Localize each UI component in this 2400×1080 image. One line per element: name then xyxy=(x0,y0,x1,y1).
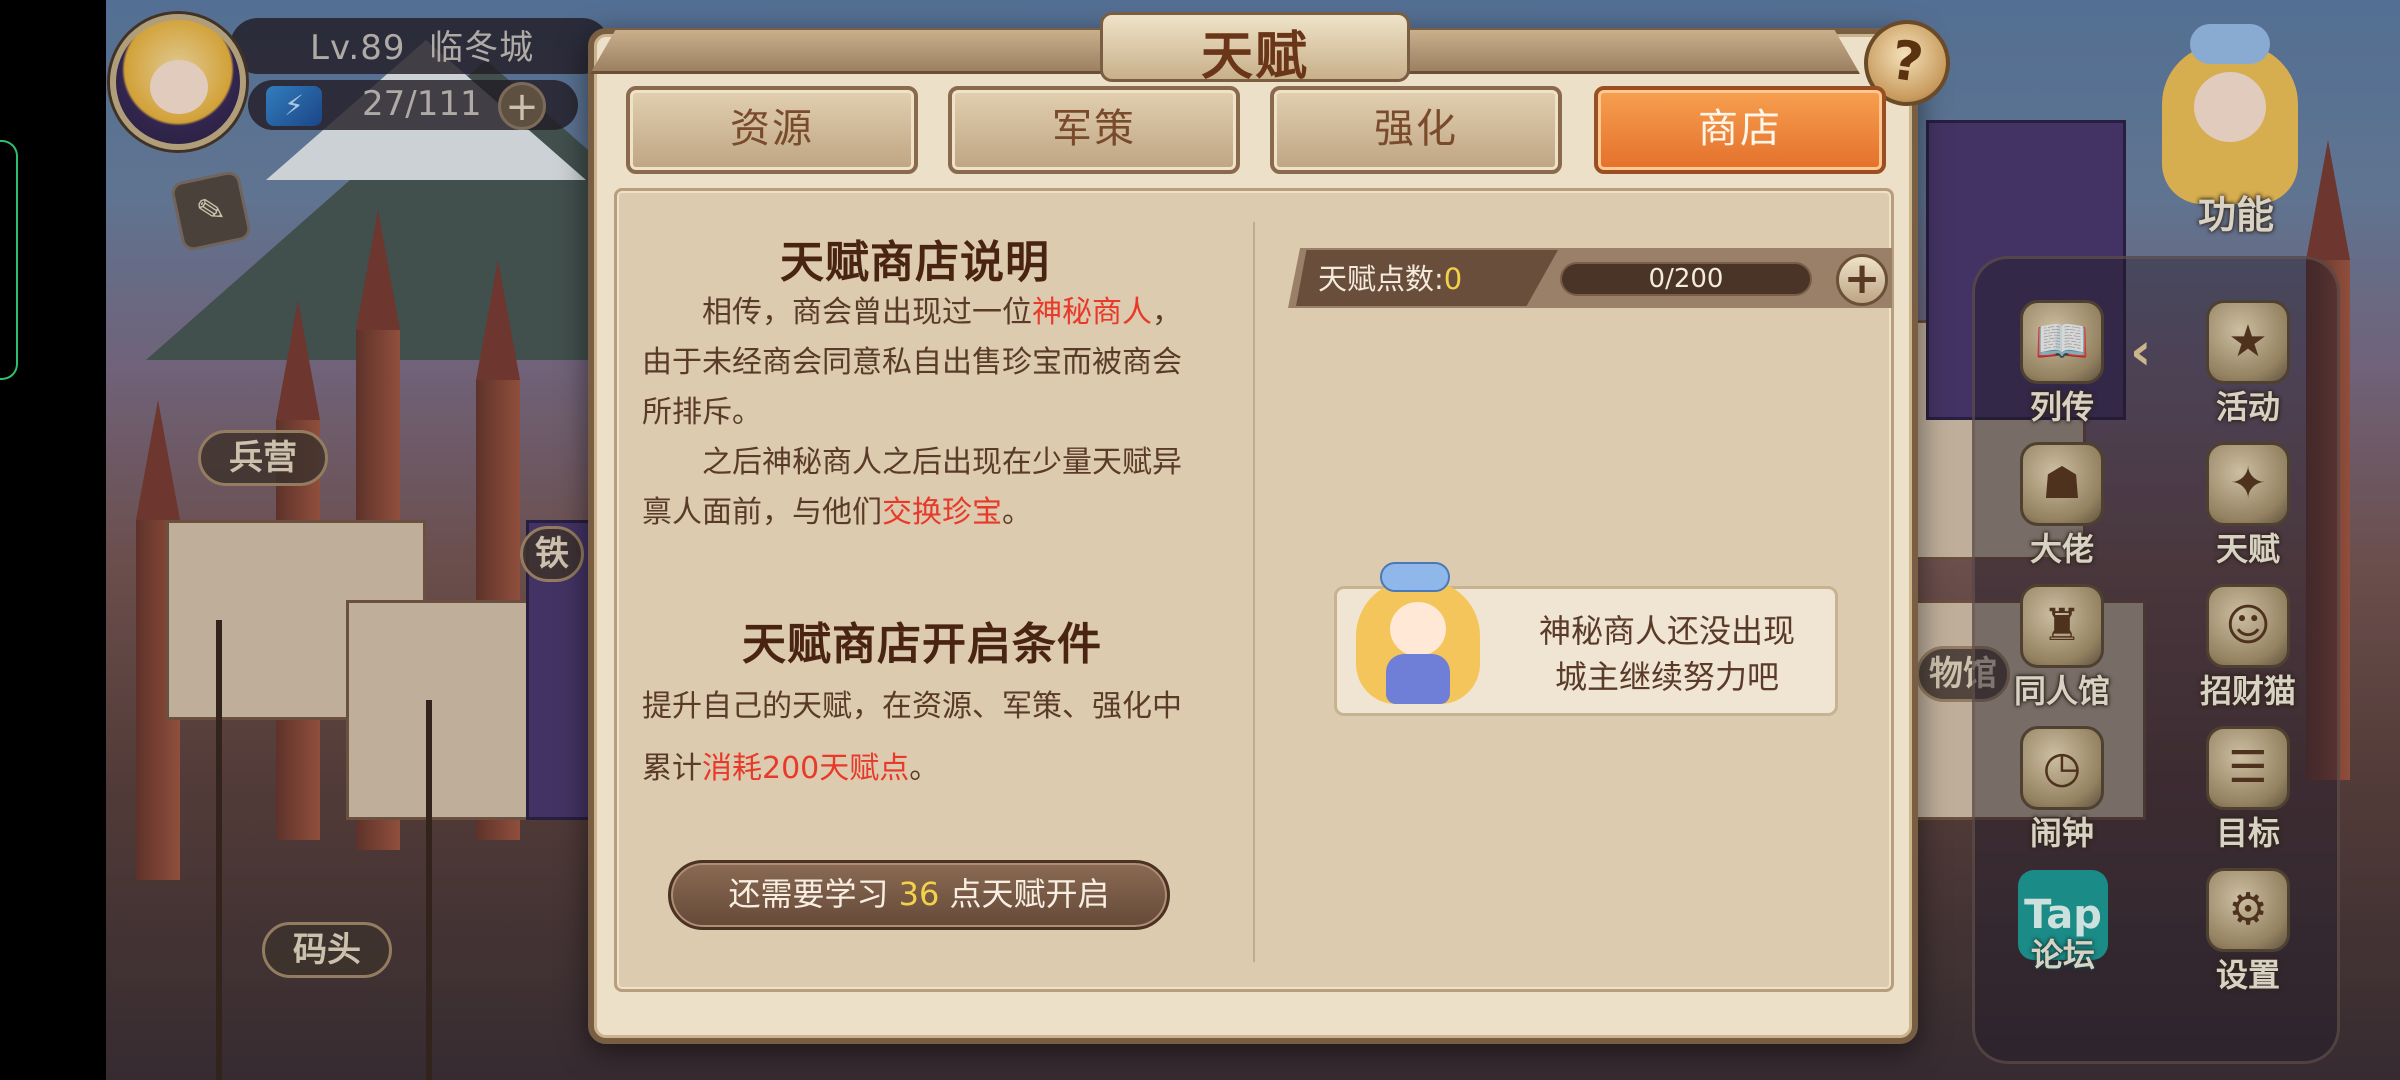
panel-divider xyxy=(1253,222,1255,962)
modal-title: 天赋 xyxy=(1200,27,1309,87)
tab-strategy[interactable]: 军策 xyxy=(948,86,1240,174)
tab-resources[interactable]: 资源 xyxy=(626,86,918,174)
shop-intro-text: 相传，商会曾出现过一位神秘商人， 由于未经商会同意私自出售珍宝而被商会 所排斥。… xyxy=(642,288,1212,538)
talent-points-label: 天赋点数:0 xyxy=(1318,256,1462,298)
condition-text: 提升自己的天赋，在资源、军策、强化中 xyxy=(642,689,1182,724)
shop-intro-title: 天赋商店说明 xyxy=(780,237,1050,288)
exchange-treasure-highlight: 交换珍宝 xyxy=(882,495,1002,530)
tab-shop[interactable]: 商店 xyxy=(1594,86,1886,174)
intro-text: 禀人面前，与他们 xyxy=(642,495,882,530)
consume-points-highlight: 消耗200天赋点 xyxy=(702,751,910,786)
condition-text: 。 xyxy=(909,751,940,786)
talent-points-value: 0 xyxy=(1443,262,1463,296)
add-talent-points-button[interactable]: + xyxy=(1836,254,1888,306)
unlock-text: 还需要学习 xyxy=(728,875,899,913)
open-condition-title: 天赋商店开启条件 xyxy=(742,619,1102,670)
unlock-text: 点天赋开启 xyxy=(939,875,1110,913)
merchant-status-line2: 城主继续努力吧 xyxy=(1554,658,1779,696)
open-condition-text: 提升自己的天赋，在资源、军策、强化中 累计消耗200天赋点。 xyxy=(642,676,1222,800)
merchant-status-line1: 神秘商人还没出现 xyxy=(1538,612,1795,650)
edge-swipe-indicator xyxy=(0,140,18,380)
intro-text: ， xyxy=(1152,295,1182,330)
intro-text: 之后神秘商人之后出现在少量天赋异 xyxy=(702,445,1182,480)
talent-progress-text: 0/200 xyxy=(1648,264,1724,294)
intro-text: 所排斥。 xyxy=(642,395,762,430)
mysterious-merchant-highlight: 神秘商人 xyxy=(1032,295,1152,330)
intro-text: 相传，商会曾出现过一位 xyxy=(702,295,1032,330)
talent-points-caption: 天赋点数: xyxy=(1318,262,1444,296)
condition-text: 累计 xyxy=(642,751,702,786)
remaining-points: 36 xyxy=(898,875,940,913)
intro-text: 。 xyxy=(1002,495,1032,530)
merchant-character-image xyxy=(1350,558,1490,708)
intro-text: 由于未经商会同意私自出售珍宝而被商会 xyxy=(642,345,1182,380)
unlock-requirement-button[interactable]: 还需要学习 36 点天赋开启 xyxy=(668,860,1170,930)
tab-enhance[interactable]: 强化 xyxy=(1270,86,1562,174)
